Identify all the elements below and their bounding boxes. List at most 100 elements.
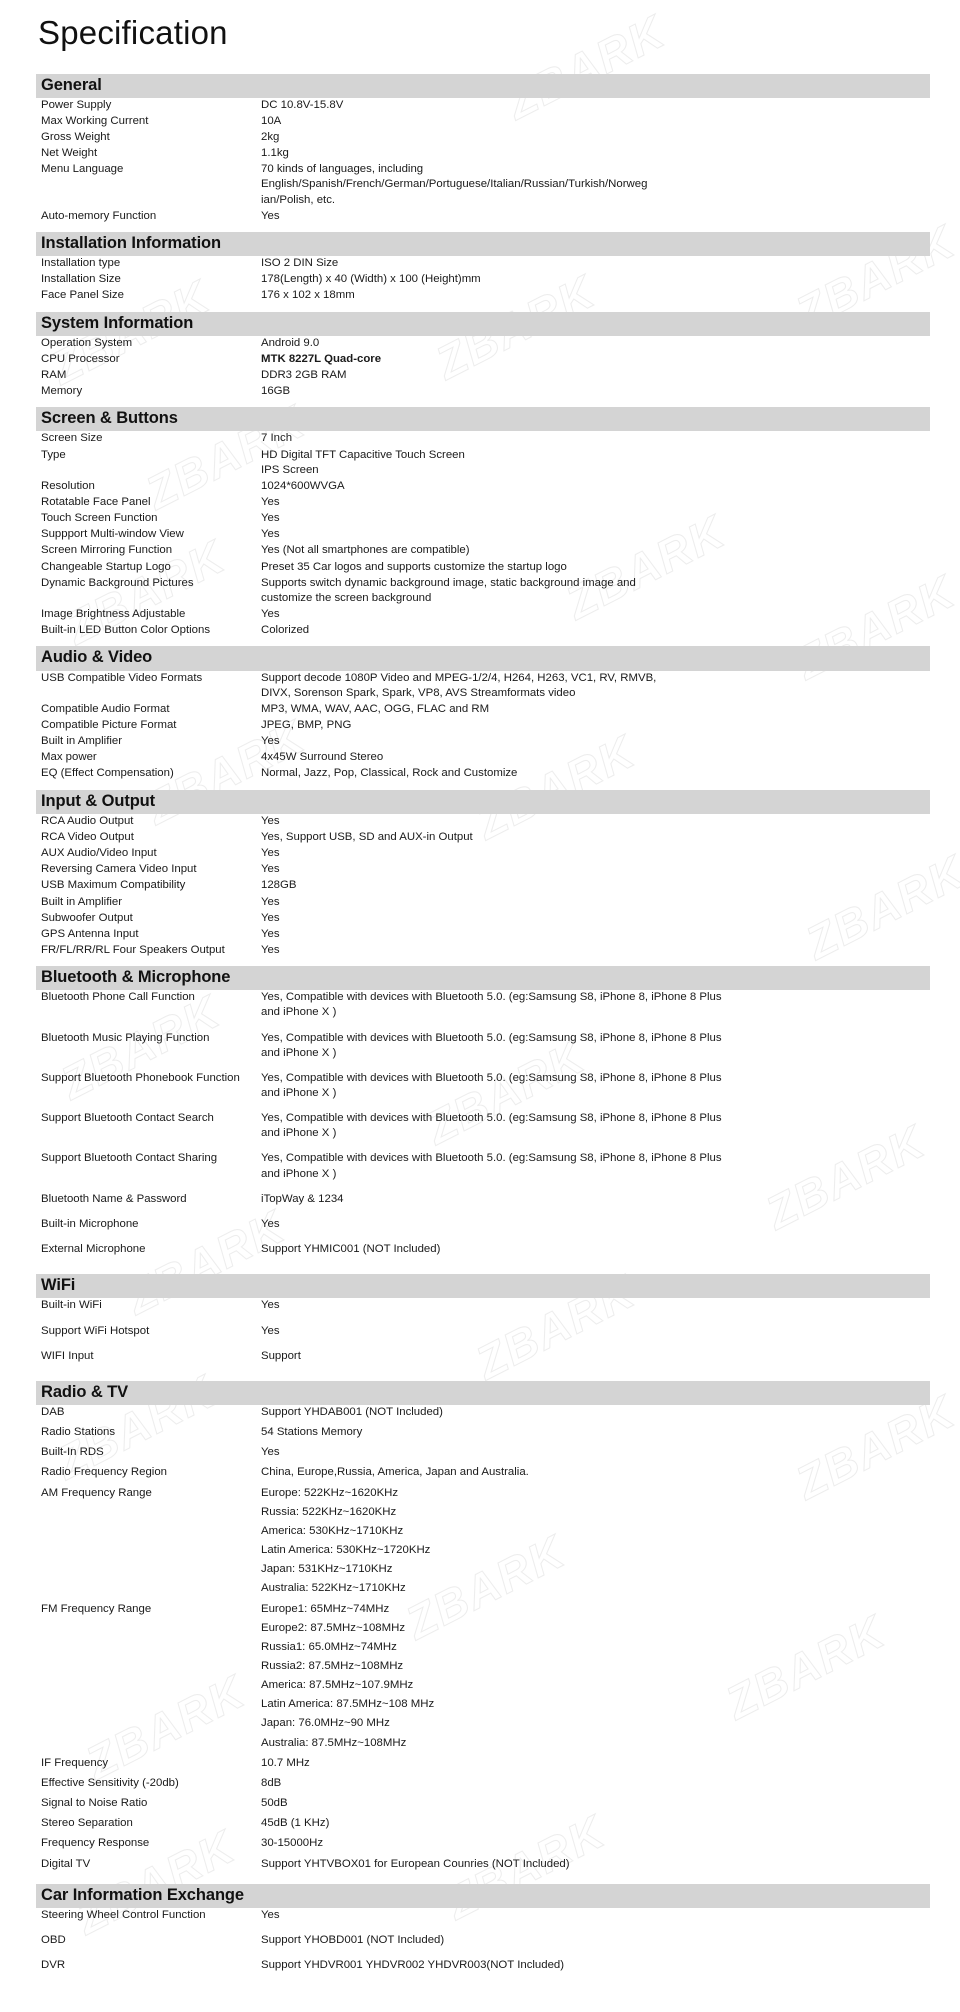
spec-row: Rotatable Face Panel Yes	[36, 495, 930, 510]
spec-value-line: customize the screen background	[261, 591, 432, 604]
spec-value: Android 9.0	[258, 336, 930, 351]
spec-value-line: ISO 2 DIN Size	[261, 257, 339, 270]
spec-value-line: and iPhone X )	[261, 1006, 337, 1019]
spec-value: Support YHDVR001 YHDVR002 YHDVR003(NOT I…	[258, 1958, 930, 1973]
spec-value-line: IPS Screen	[261, 463, 319, 476]
spec-value-line: DC 10.8V-15.8V	[261, 98, 344, 111]
spec-value: Support YHMIC001 (NOT Included)	[258, 1242, 930, 1257]
section-heading: Input & Output	[36, 789, 930, 814]
section-rows: Screen Size 7 Inch Type HD Digital TFT Capa…	[36, 431, 930, 638]
spec-row: Auto-memory Function Yes	[36, 209, 930, 224]
spec-label: Built in Amplifier	[41, 735, 123, 748]
section-rows: Operation System Android 9.0 CPU Processor…	[36, 336, 930, 400]
spec-value-line: 54 Stations Memory	[261, 1426, 363, 1439]
page-title: Specification	[38, 14, 228, 51]
spec-value-line: Support YHTVBOX01 for European Counries …	[261, 1857, 570, 1870]
spec-label: Bluetooth Name & Password	[41, 1192, 187, 1205]
spec-label: Signal to Noise Ratio	[41, 1797, 148, 1810]
spec-value-line: Japan: 76.0MHz~90 MHz	[261, 1717, 390, 1730]
spec-value-line: Yes	[261, 1299, 280, 1312]
spec-value-line: MTK 8227L Quad-core	[261, 352, 382, 365]
spec-row: Stereo Separation 45dB (1 KHz)	[36, 1816, 930, 1831]
spec-row: Installation type ISO 2 DIN Size	[36, 256, 930, 271]
spec-label: AUX Audio/Video Input	[41, 847, 157, 860]
spec-row: Installation Size 178(Length) x 40 (Width…	[36, 272, 930, 287]
spec-row: AM Frequency Range Europe: 522KHz~1620KHz…	[36, 1486, 930, 1597]
spec-value: 7 Inch	[258, 431, 930, 446]
section-rows: Steering Wheel Control Function Yes OBD Sup…	[36, 1908, 930, 1973]
spec-value: Yes, Compatible with devices with Blueto…	[258, 990, 930, 1020]
spec-label: Installation Size	[41, 273, 121, 286]
spec-label: Touch Screen Function	[41, 512, 158, 525]
spec-value-line: 7 Inch	[261, 432, 293, 445]
spec-row: Operation System Android 9.0	[36, 336, 930, 351]
spec-value-line: 2kg	[261, 131, 280, 144]
spec-row: External Microphone Support YHMIC001 (NOT…	[36, 1242, 930, 1257]
spec-label: Frequency Response	[41, 1837, 150, 1850]
spec-label: Stereo Separation	[41, 1817, 133, 1830]
spec-label: Bluetooth Music Playing Function	[41, 1031, 210, 1044]
spec-label: Image Brightness Adjustable	[41, 608, 186, 621]
section-general: General Power Supply DC 10.8V-15.8V Max Wor…	[36, 73, 930, 224]
spec-row: Menu Language 70 kinds of languages, incl…	[36, 162, 930, 207]
spec-value-line: iTopWay & 1234	[261, 1192, 344, 1205]
spec-row: Type HD Digital TFT Capacitive Touch Scre…	[36, 448, 930, 478]
spec-value-line: DDR3 2GB RAM	[261, 368, 347, 381]
spec-label: Bluetooth Phone Call Function	[41, 991, 195, 1004]
spec-row: WIFI Input Support	[36, 1349, 930, 1364]
spec-value-line: Japan: 531KHz~1710KHz	[261, 1563, 393, 1576]
spec-row: Gross Weight 2kg	[36, 130, 930, 145]
section-rows: RCA Audio Output Yes RCA Video Output Yes, …	[36, 814, 930, 958]
spec-row: EQ (Effect Compensation) Normal, Jazz, Po…	[36, 766, 930, 781]
spec-value-line: America: 530KHz~1710KHz	[261, 1524, 404, 1537]
spec-label: Digital TV	[41, 1857, 91, 1870]
spec-label: AM Frequency Range	[41, 1486, 152, 1499]
spec-value-line: Russia: 522KHz~1620KHz	[261, 1505, 397, 1518]
spec-value-line: China, Europe,Russia, America, Japan and…	[261, 1466, 529, 1479]
spec-value-line: Yes	[261, 528, 280, 541]
spec-value: Yes	[258, 209, 930, 224]
spec-value-line: ian/Polish, etc.	[261, 193, 336, 206]
spec-label: Compatible Picture Format	[41, 718, 177, 731]
spec-label: Suppport Multi-window View	[41, 528, 184, 541]
spec-label: Support Bluetooth Contact Search	[41, 1112, 214, 1125]
spec-row: Bluetooth Music Playing Function Yes, Com…	[36, 1031, 930, 1061]
spec-label: Compatible Audio Format	[41, 702, 170, 715]
spec-value: Yes (Not all smartphones are compatible)	[258, 543, 930, 558]
spec-row: Radio Frequency Region China, Europe,Russ…	[36, 1465, 930, 1480]
spec-value-line: and iPhone X )	[261, 1127, 337, 1140]
spec-value: iTopWay & 1234	[258, 1192, 930, 1207]
spec-label: Net Weight	[41, 147, 98, 160]
spec-value-line: Yes	[261, 911, 280, 924]
spec-value-line: Yes	[261, 927, 280, 940]
spec-value: 54 Stations Memory	[258, 1425, 930, 1440]
spec-value: Yes	[258, 846, 930, 861]
spec-value: Support decode 1080P Video and MPEG-1/2/…	[258, 671, 930, 701]
spec-value: ISO 2 DIN Size	[258, 256, 930, 271]
section-heading: Bluetooth & Microphone	[36, 966, 930, 991]
spec-value-line: Australia: 87.5MHz~108MHz	[261, 1736, 407, 1749]
spec-value-line: Yes	[261, 1908, 280, 1921]
spec-row: USB Maximum Compatibility 128GB	[36, 878, 930, 893]
spec-label: Built-in Microphone	[41, 1217, 139, 1230]
spec-row: Face Panel Size 176 x 102 x 18mm	[36, 288, 930, 303]
spec-row: Frequency Response 30-15000Hz	[36, 1836, 930, 1851]
spec-label: WIFI Input	[41, 1349, 94, 1362]
spec-value: Support YHOBD001 (NOT Included)	[258, 1933, 930, 1948]
spec-row: Bluetooth Phone Call Function Yes, Compat…	[36, 990, 930, 1020]
section-heading: Car Information Exchange	[36, 1883, 930, 1908]
spec-label: Operation System	[41, 336, 133, 349]
spec-value-line: Support	[261, 1349, 301, 1362]
spec-value: China, Europe,Russia, America, Japan and…	[258, 1465, 930, 1480]
spec-label: Installation type	[41, 257, 121, 270]
spec-value: 2kg	[258, 130, 930, 145]
spec-value-line: Yes, Compatible with devices with Blueto…	[261, 1152, 722, 1165]
spec-value-line: and iPhone X )	[261, 1087, 337, 1100]
spec-value-line: Yes, Compatible with devices with Blueto…	[261, 1071, 722, 1084]
spec-value-line: Support YHDAB001 (NOT Included)	[261, 1405, 443, 1418]
spec-row: Max power 4x45W Surround Stereo	[36, 750, 930, 765]
